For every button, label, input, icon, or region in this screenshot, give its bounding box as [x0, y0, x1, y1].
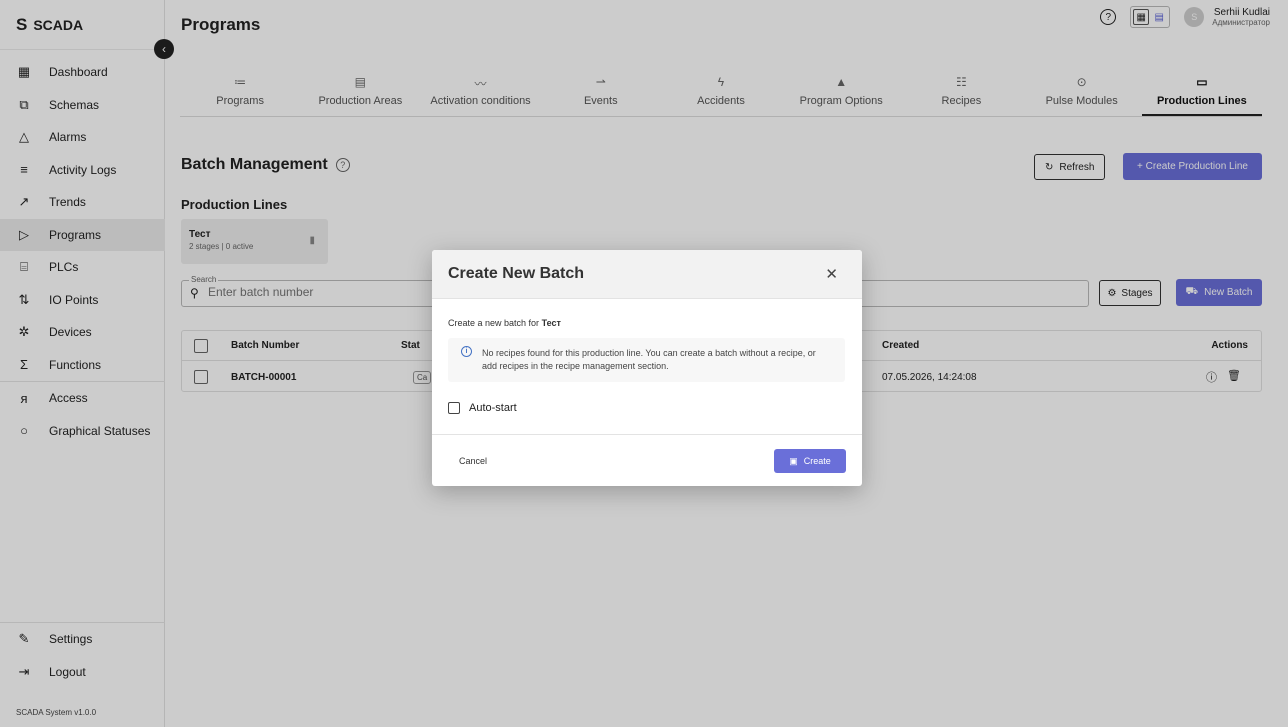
info-alert: i No recipes found for this production l…: [448, 338, 845, 382]
autostart-checkbox[interactable]: Auto-start: [448, 402, 517, 414]
close-icon[interactable]: ✕: [825, 265, 838, 283]
autostart-label: Auto-start: [469, 402, 517, 414]
dialog-description: Create a new batch for Тест: [448, 318, 561, 328]
cancel-button[interactable]: Cancel: [459, 456, 487, 466]
desc-prefix: Create a new batch for: [448, 318, 540, 328]
dialog-footer: Cancel ▣ Create: [432, 434, 862, 486]
create-batch-dialog: Create New Batch ✕ Create a new batch fo…: [432, 250, 862, 486]
create-label: Create: [803, 456, 831, 466]
desc-line-name: Тест: [541, 318, 561, 328]
dialog-title: Create New Batch: [448, 265, 585, 282]
info-icon: i: [461, 346, 472, 357]
checkbox-box[interactable]: [448, 402, 460, 414]
info-text: No recipes found for this production lin…: [482, 348, 816, 371]
dialog-header: Create New Batch ✕: [432, 250, 862, 299]
create-button[interactable]: ▣ Create: [774, 449, 846, 473]
save-icon: ▣: [789, 455, 798, 466]
